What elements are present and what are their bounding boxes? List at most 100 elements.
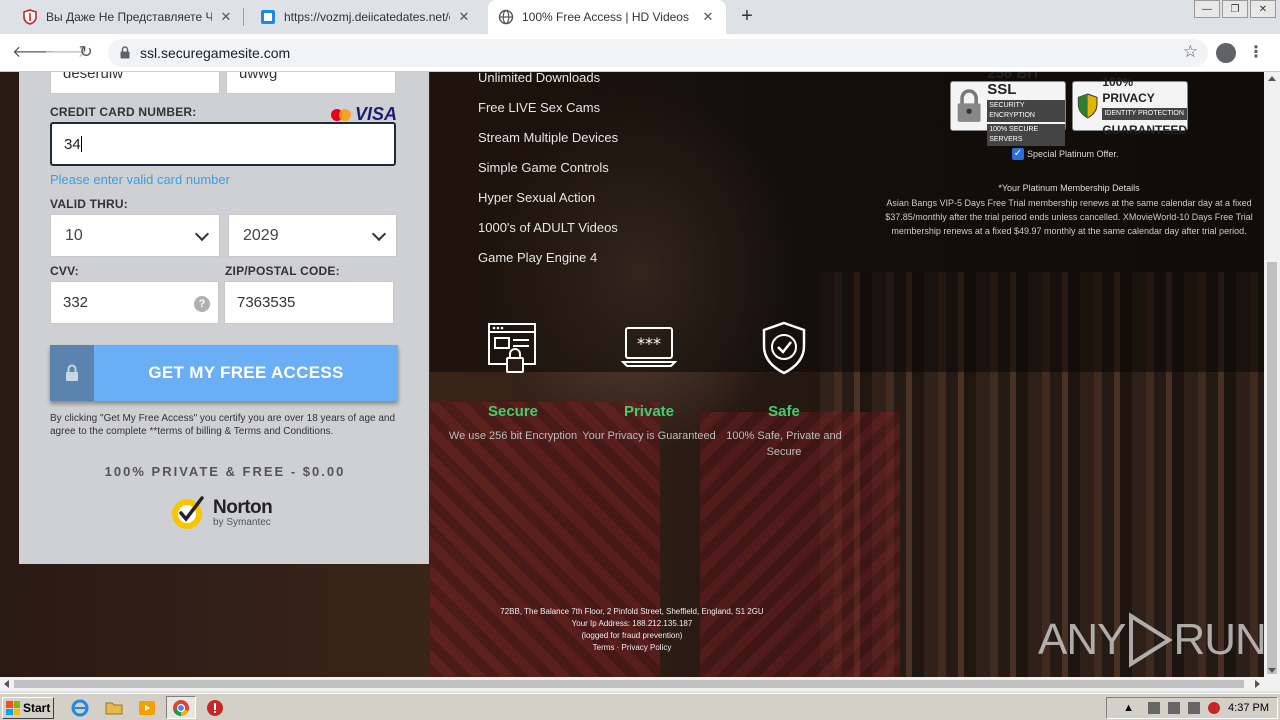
list-item: Unlimited Downloads	[478, 72, 601, 85]
list-item: 1000's of ADULT Videos	[478, 220, 618, 235]
bookmark-star-icon[interactable]: ☆	[1183, 42, 1198, 62]
media-player-icon[interactable]	[137, 698, 157, 718]
minimize-button[interactable]: —	[1194, 0, 1220, 18]
tray-app-icon[interactable]	[1188, 702, 1201, 714]
pillar-desc: 100% Safe, Private and Secure	[726, 430, 842, 458]
lock-icon	[120, 46, 130, 59]
page-footer: 72BB, The Balance 7th Floor, 2 Pinfold S…	[432, 606, 832, 654]
cvv-input[interactable]: 332 ?	[50, 281, 219, 324]
tab-3-active[interactable]: 100% Free Access | HD Videos ✕	[488, 0, 726, 34]
scroll-left-arrow-icon[interactable]	[4, 680, 9, 688]
first-name-input[interactable]: deseruiw	[50, 72, 220, 94]
footer-address: 72BB, The Balance 7th Floor, 2 Pinfold S…	[500, 607, 764, 616]
internet-explorer-icon[interactable]	[70, 698, 90, 718]
footer-links[interactable]: Terms · Privacy Policy	[432, 642, 832, 654]
shield-icon	[1077, 93, 1098, 119]
list-item: Stream Multiple Devices	[478, 130, 619, 145]
security-alert-icon[interactable]	[1208, 702, 1221, 714]
anyrun-watermark: ANY RUN	[1038, 612, 1264, 668]
card-number-input[interactable]: 34	[50, 122, 396, 166]
scroll-down-arrow-icon[interactable]	[1268, 668, 1276, 673]
pillar-safe: Safe 100% Safe, Private and Secure	[716, 320, 852, 460]
expiry-month-select[interactable]: 10	[50, 214, 220, 257]
expiry-month-value: 10	[65, 226, 83, 244]
folder-icon[interactable]	[104, 698, 124, 718]
shield-check-icon	[762, 321, 806, 375]
network-icon[interactable]	[1148, 702, 1161, 714]
privacy-sub: IDENTITY PROTECTION	[1102, 108, 1187, 120]
submit-label: GET MY FREE ACCESS	[148, 363, 344, 382]
zip-input[interactable]: 7363535	[224, 281, 394, 324]
checkout-form-panel: deseruiw uwwg CREDIT CARD NUMBER: VISA 3…	[19, 72, 429, 564]
url-text: ssl.securegamesite.com	[140, 45, 291, 61]
profile-avatar-icon[interactable]	[1216, 43, 1236, 63]
terms-disclaimer: By clicking "Get My Free Access" you cer…	[50, 413, 396, 437]
list-item: Simple Game Controls	[478, 160, 609, 175]
norton-seal: Norton by Symantec	[169, 492, 273, 532]
reload-icon[interactable]: ↻	[76, 43, 96, 63]
restore-button[interactable]: ❐	[1222, 0, 1248, 18]
window-controls: — ❐ ✕	[1192, 0, 1276, 18]
tab-2[interactable]: https://vozmj.deiicatedates.net/c/di ✕	[250, 0, 482, 34]
platinum-offer: ✓ Special Platinum Offer.	[1012, 148, 1118, 160]
volume-icon[interactable]	[1168, 702, 1181, 714]
scroll-thumb[interactable]	[14, 680, 1244, 688]
globe-icon	[498, 9, 514, 25]
card-number-label: CREDIT CARD NUMBER:	[50, 105, 197, 119]
close-icon[interactable]: ✕	[218, 9, 234, 25]
watermark-left: ANY	[1038, 615, 1126, 664]
lock-icon	[50, 345, 94, 401]
membership-details-text: Asian Bangs VIP-5 Days Free Trial member…	[885, 198, 1253, 236]
tab-1[interactable]: Вы Даже Не Представляете Что М ✕	[12, 0, 244, 34]
card-error-message: Please enter valid card number	[50, 172, 230, 187]
norton-sub: by Symantec	[213, 516, 271, 528]
pillar-secure: Secure We use 256 bit Encryption	[445, 320, 581, 444]
horizontal-scrollbar[interactable]	[0, 677, 1280, 691]
last-name-input[interactable]: uwwg	[226, 72, 396, 94]
browser-toolbar: 🡐 🡒 ↻ ssl.securegamesite.com ☆ ⋮	[0, 34, 1280, 72]
chrome-taskbar-button[interactable]	[166, 696, 196, 719]
new-tab-button[interactable]: +	[736, 6, 758, 28]
close-window-button[interactable]: ✕	[1250, 0, 1276, 18]
kebab-menu-icon[interactable]: ⋮	[1248, 43, 1264, 63]
help-question-icon[interactable]: ?	[194, 296, 210, 312]
scroll-right-arrow-icon[interactable]	[1255, 680, 1260, 688]
watermark-right: RUN	[1173, 615, 1264, 664]
privacy-footer: GUARANTEED	[1102, 123, 1187, 137]
price-line: 100% PRIVATE & FREE - $0.00	[104, 464, 346, 479]
zip-label: ZIP/POSTAL CODE:	[225, 264, 340, 278]
start-button[interactable]: Start	[2, 697, 54, 719]
ssl-title: 256 BIT SSL	[987, 72, 1041, 98]
chevron-down-icon	[194, 226, 210, 242]
address-bar[interactable]: ssl.securegamesite.com ☆	[108, 39, 1208, 67]
ssl-badge: 256 BIT SSL SECURITY ENCRYPTION 100% SEC…	[950, 72, 1066, 146]
system-tray: ▲ 4:37 PM	[1106, 697, 1278, 719]
close-icon[interactable]: ✕	[700, 9, 716, 25]
stop-record-icon[interactable]	[205, 698, 225, 718]
back-arrow-icon[interactable]: 🡐	[12, 43, 55, 63]
mastercard-icon	[331, 108, 351, 121]
expiry-year-select[interactable]: 2029	[228, 214, 397, 257]
chevron-down-icon	[371, 226, 387, 242]
list-item: Game Play Engine 4	[478, 250, 598, 265]
norton-check-icon	[172, 496, 204, 529]
get-free-access-button[interactable]: GET MY FREE ACCESS	[50, 345, 398, 401]
forward-arrow-icon[interactable]: 🡒	[44, 43, 87, 63]
browser-lock-icon	[488, 323, 536, 373]
vertical-scrollbar[interactable]	[1264, 72, 1280, 677]
ssl-sub-1: SECURITY ENCRYPTION	[987, 100, 1065, 122]
scroll-up-arrow-icon[interactable]	[1268, 76, 1276, 81]
scroll-thumb[interactable]	[1267, 262, 1277, 674]
cvv-value: 332	[63, 294, 89, 311]
windows-flag-icon	[6, 701, 20, 715]
tray-expand-icon[interactable]: ▲	[1123, 702, 1134, 714]
tab-strip: Вы Даже Не Представляете Что М ✕ https:/…	[0, 0, 1280, 34]
cvv-label: CVV:	[50, 264, 79, 278]
platinum-offer-checkbox[interactable]: ✓	[1012, 148, 1024, 160]
shield-icon	[22, 9, 38, 25]
norton-wordmark: Norton by Symantec	[213, 497, 273, 528]
page-icon	[260, 9, 276, 25]
close-icon[interactable]: ✕	[456, 9, 472, 25]
chrome-icon	[173, 700, 189, 717]
footer-ip: Your Ip Address: 188.212.135.187	[571, 619, 693, 628]
